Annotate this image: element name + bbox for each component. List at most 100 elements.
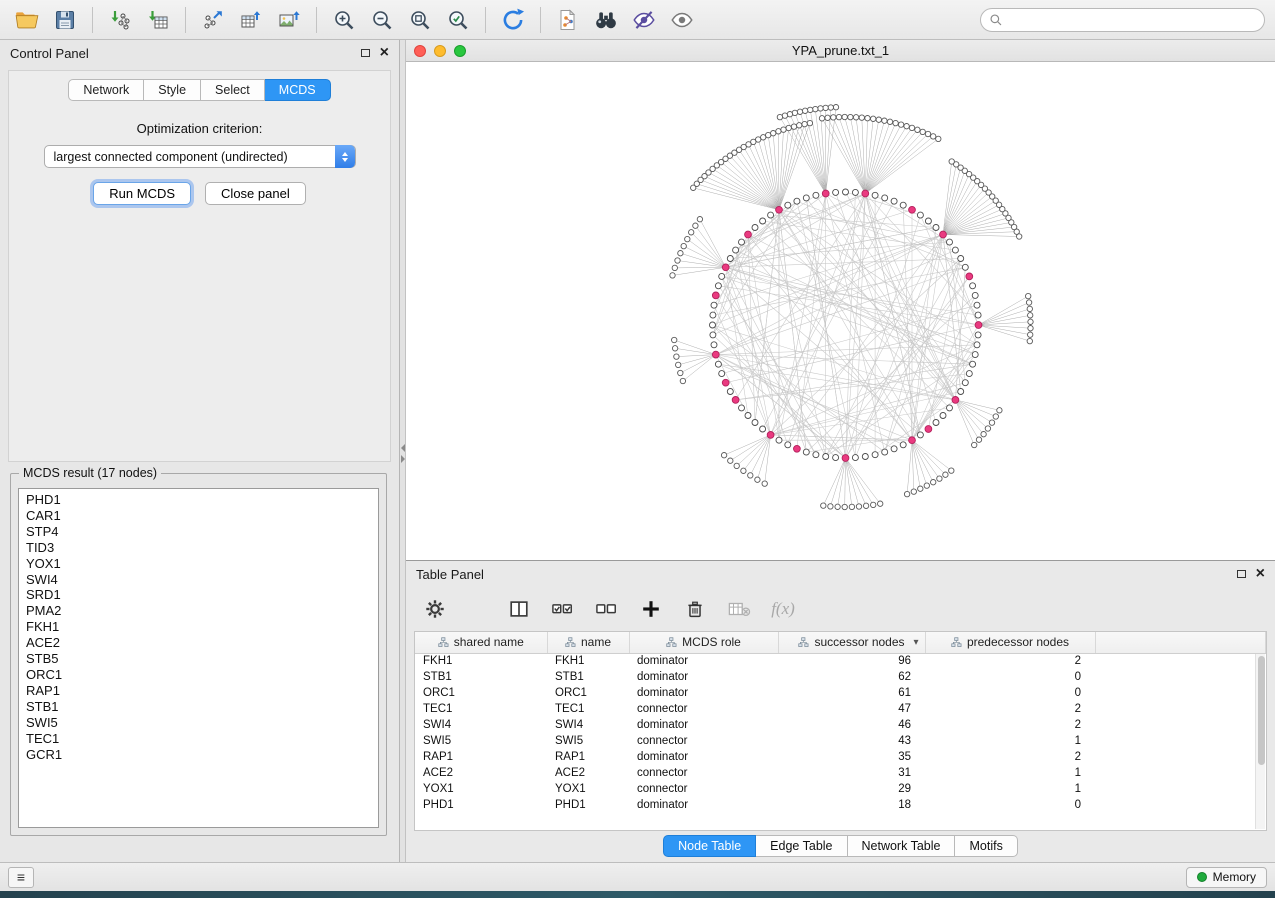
column-settings-button[interactable] — [420, 594, 450, 624]
zoom-selected-button[interactable] — [441, 4, 475, 36]
cell-shared_name[interactable]: RAP1 — [415, 749, 547, 765]
open-file-button[interactable] — [10, 4, 44, 36]
network-titlebar[interactable]: YPA_prune.txt_1 — [406, 40, 1275, 62]
tab-network-table[interactable]: Network Table — [848, 835, 956, 857]
close-panel-icon[interactable]: × — [380, 47, 389, 59]
cell-shared_name[interactable]: SWI5 — [415, 733, 547, 749]
mcds-result-item[interactable]: SWI5 — [19, 715, 378, 731]
save-session-button[interactable] — [48, 4, 82, 36]
cell-predecessor[interactable]: 0 — [925, 797, 1095, 813]
float-panel-icon[interactable] — [361, 49, 370, 57]
cell-successor[interactable]: 18 — [778, 797, 925, 813]
cell-successor[interactable]: 61 — [778, 685, 925, 701]
mcds-result-item[interactable]: TID3 — [19, 540, 378, 556]
cell-shared_name[interactable]: ACE2 — [415, 765, 547, 781]
cell-role[interactable]: connector — [629, 781, 778, 797]
criterion-select[interactable]: largest connected component (undirected) — [44, 145, 356, 168]
panel-splitter[interactable] — [400, 40, 406, 862]
cell-role[interactable]: connector — [629, 701, 778, 717]
mcds-result-item[interactable]: STB5 — [19, 651, 378, 667]
delete-column-button[interactable] — [680, 594, 710, 624]
function-builder-button[interactable]: f(x) — [768, 594, 798, 624]
column-header-successor-nodes[interactable]: successor nodes▾ — [778, 632, 925, 653]
cell-name[interactable]: TEC1 — [547, 701, 629, 717]
cell-role[interactable]: connector — [629, 733, 778, 749]
cell-shared_name[interactable]: STB1 — [415, 669, 547, 685]
cell-shared_name[interactable]: FKH1 — [415, 653, 547, 669]
cell-name[interactable]: RAP1 — [547, 749, 629, 765]
cell-role[interactable]: dominator — [629, 669, 778, 685]
cell-shared_name[interactable]: YOX1 — [415, 781, 547, 797]
cell-role[interactable]: dominator — [629, 717, 778, 733]
mcds-result-item[interactable]: FKH1 — [19, 619, 378, 635]
cell-shared_name[interactable]: PHD1 — [415, 797, 547, 813]
mcds-result-item[interactable]: ACE2 — [19, 635, 378, 651]
table-row[interactable]: ORC1ORC1dominator610 — [415, 685, 1266, 701]
cell-successor[interactable]: 46 — [778, 717, 925, 733]
cell-successor[interactable]: 29 — [778, 781, 925, 797]
export-table-button[interactable] — [234, 4, 268, 36]
cell-name[interactable]: YOX1 — [547, 781, 629, 797]
export-network-button[interactable] — [196, 4, 230, 36]
cell-successor[interactable]: 47 — [778, 701, 925, 717]
cell-successor[interactable]: 62 — [778, 669, 925, 685]
split-view-button[interactable] — [504, 594, 534, 624]
mcds-result-item[interactable]: TEC1 — [19, 731, 378, 747]
refresh-button[interactable] — [496, 4, 530, 36]
table-row[interactable]: RAP1RAP1dominator352 — [415, 749, 1266, 765]
table-row[interactable]: SWI4SWI4dominator462 — [415, 717, 1266, 733]
import-table-button[interactable] — [141, 4, 175, 36]
zoom-in-button[interactable] — [327, 4, 361, 36]
cell-predecessor[interactable]: 1 — [925, 733, 1095, 749]
hide-selected-button[interactable] — [627, 4, 661, 36]
cell-role[interactable]: dominator — [629, 797, 778, 813]
cell-role[interactable]: dominator — [629, 685, 778, 701]
deselect-all-button[interactable] — [592, 594, 622, 624]
sort-dropdown-icon[interactable]: ▾ — [913, 637, 918, 648]
share-network-button[interactable] — [551, 4, 585, 36]
memory-button[interactable]: Memory — [1186, 867, 1267, 888]
column-header-name[interactable]: name — [547, 632, 629, 653]
column-header-MCDS-role[interactable]: MCDS role — [629, 632, 778, 653]
mcds-result-item[interactable]: PMA2 — [19, 603, 378, 619]
table-scrollbar-thumb[interactable] — [1258, 656, 1265, 765]
tab-style[interactable]: Style — [144, 79, 201, 101]
table-row[interactable]: PHD1PHD1dominator180 — [415, 797, 1266, 813]
table-row[interactable]: STB1STB1dominator620 — [415, 669, 1266, 685]
export-image-button[interactable] — [272, 4, 306, 36]
mcds-result-item[interactable]: YOX1 — [19, 556, 378, 572]
zoom-fit-button[interactable] — [403, 4, 437, 36]
cell-successor[interactable]: 35 — [778, 749, 925, 765]
cell-role[interactable]: connector — [629, 765, 778, 781]
cell-predecessor[interactable]: 0 — [925, 669, 1095, 685]
table-row[interactable]: ACE2ACE2connector311 — [415, 765, 1266, 781]
mcds-result-item[interactable]: ORC1 — [19, 667, 378, 683]
cell-predecessor[interactable]: 2 — [925, 749, 1095, 765]
mcds-result-item[interactable]: STP4 — [19, 524, 378, 540]
zoom-out-button[interactable] — [365, 4, 399, 36]
mcds-result-item[interactable]: SWI4 — [19, 572, 378, 588]
cell-name[interactable]: SWI5 — [547, 733, 629, 749]
mcds-result-list[interactable]: PHD1CAR1STP4TID3YOX1SWI4SRD1PMA2FKH1ACE2… — [18, 488, 379, 828]
import-network-button[interactable] — [103, 4, 137, 36]
cell-predecessor[interactable]: 2 — [925, 701, 1095, 717]
show-all-button[interactable] — [665, 4, 699, 36]
cell-shared_name[interactable]: TEC1 — [415, 701, 547, 717]
search-network-button[interactable] — [589, 4, 623, 36]
cell-name[interactable]: ACE2 — [547, 765, 629, 781]
close-table-panel-icon[interactable]: × — [1256, 568, 1265, 580]
tab-network[interactable]: Network — [68, 79, 144, 101]
cell-shared_name[interactable]: SWI4 — [415, 717, 547, 733]
cell-predecessor[interactable]: 0 — [925, 685, 1095, 701]
table-row[interactable]: FKH1FKH1dominator962 — [415, 653, 1266, 669]
cell-predecessor[interactable]: 2 — [925, 717, 1095, 733]
column-header-shared-name[interactable]: shared name — [415, 632, 547, 653]
cell-name[interactable]: ORC1 — [547, 685, 629, 701]
mcds-result-item[interactable]: CAR1 — [19, 508, 378, 524]
column-header-predecessor-nodes[interactable]: predecessor nodes — [925, 632, 1095, 653]
cell-role[interactable]: dominator — [629, 653, 778, 669]
cell-role[interactable]: dominator — [629, 749, 778, 765]
cell-shared_name[interactable]: ORC1 — [415, 685, 547, 701]
cell-predecessor[interactable]: 1 — [925, 781, 1095, 797]
cell-successor[interactable]: 31 — [778, 765, 925, 781]
